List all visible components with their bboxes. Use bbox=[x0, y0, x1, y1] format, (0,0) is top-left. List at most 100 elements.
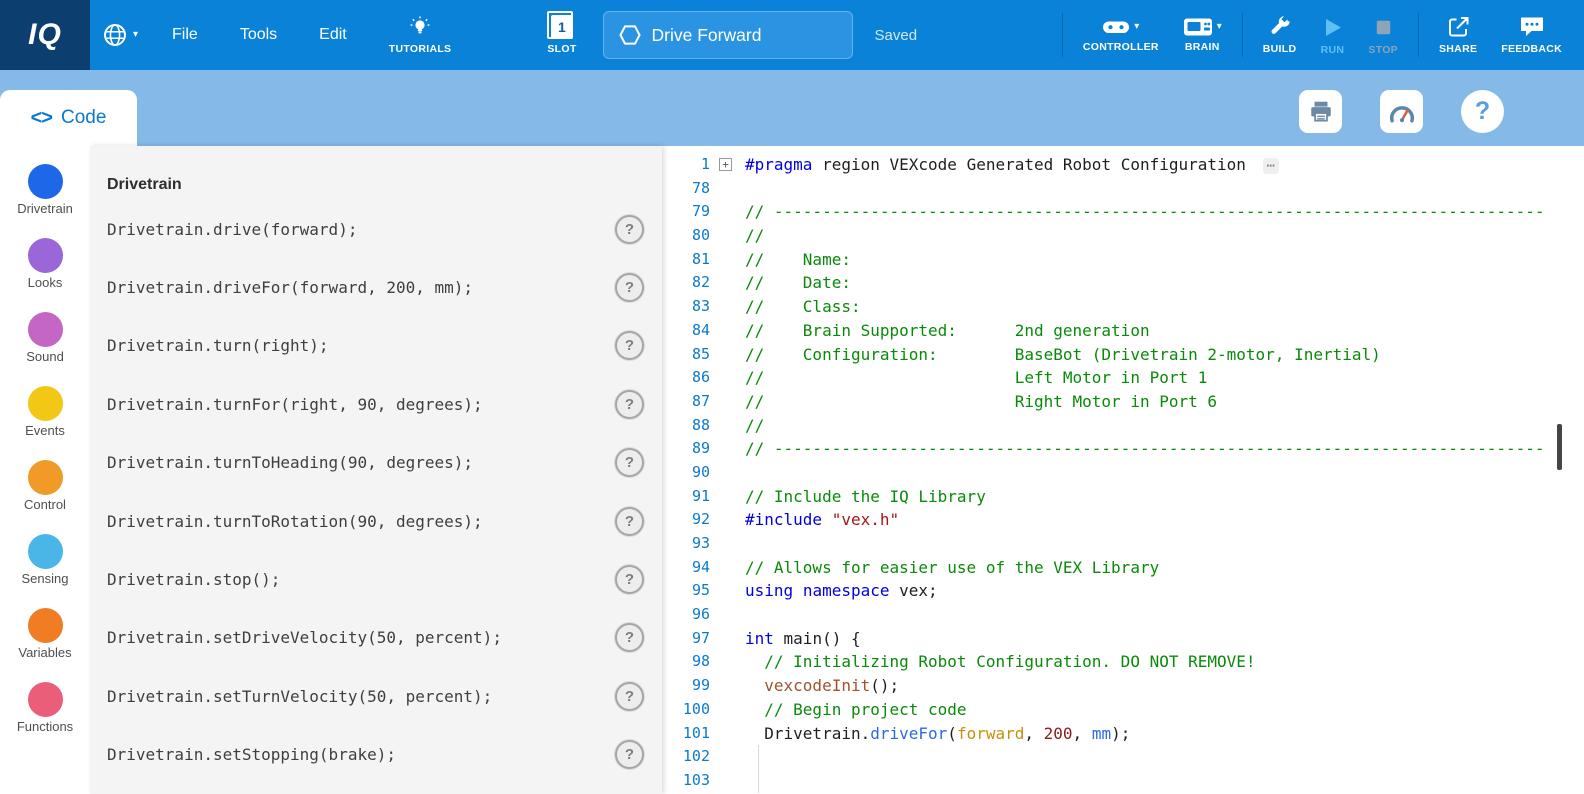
code-line[interactable]: 81// Name: bbox=[662, 248, 1584, 272]
command-help-button[interactable]: ? bbox=[615, 273, 644, 302]
command-help-button[interactable]: ? bbox=[615, 331, 644, 360]
fold-expand-icon[interactable]: + bbox=[719, 158, 732, 171]
gutter-fold-column bbox=[710, 508, 745, 532]
project-name-button[interactable]: Drive Forward bbox=[603, 11, 853, 59]
code-line[interactable]: 91// Include the IQ Library bbox=[662, 485, 1584, 509]
command-text[interactable]: Drivetrain.turn(right); bbox=[107, 336, 329, 355]
question-mark-icon: ? bbox=[1475, 97, 1490, 126]
command-row: Drivetrain.setTurnVelocity(50, percent);… bbox=[107, 667, 644, 725]
code-line[interactable]: 96 bbox=[662, 603, 1584, 627]
code-line[interactable]: 79// -----------------------------------… bbox=[662, 200, 1584, 224]
save-status: Saved bbox=[875, 27, 918, 44]
code-line[interactable]: 92#include "vex.h" bbox=[662, 508, 1584, 532]
editor-scrollbar-thumb[interactable] bbox=[1557, 424, 1562, 470]
code-line[interactable]: 99 vexcodeInit(); bbox=[662, 674, 1584, 698]
print-console-button[interactable] bbox=[1299, 90, 1342, 133]
command-text[interactable]: Drivetrain.turnToRotation(90, degrees); bbox=[107, 512, 483, 531]
code-line[interactable]: 84// Brain Supported: 2nd generation bbox=[662, 319, 1584, 343]
code-line[interactable]: 80// bbox=[662, 224, 1584, 248]
category-variables[interactable]: Variables bbox=[0, 608, 90, 682]
build-button[interactable]: BUILD bbox=[1251, 15, 1309, 55]
menu-bar: File Tools Edit bbox=[172, 26, 347, 44]
main-content: DrivetrainLooks Sound EventsControlSensing… bbox=[0, 146, 1584, 794]
code-text: // Brain Supported: 2nd generation bbox=[745, 319, 1150, 343]
command-help-button[interactable]: ? bbox=[615, 215, 644, 244]
brain-button[interactable]: ▾ BRAIN bbox=[1171, 17, 1234, 53]
category-drivetrain[interactable]: Drivetrain bbox=[0, 164, 90, 238]
play-icon bbox=[1320, 15, 1344, 40]
category-control[interactable]: Control bbox=[0, 460, 90, 534]
command-text[interactable]: Drivetrain.drive(forward); bbox=[107, 220, 357, 239]
code-line[interactable]: 85// Configuration: BaseBot (Drivetrain … bbox=[662, 343, 1584, 367]
gutter-fold-column bbox=[710, 271, 745, 295]
command-help-button[interactable]: ? bbox=[615, 682, 644, 711]
code-line[interactable]: 88// bbox=[662, 414, 1584, 438]
code-line[interactable]: 102 bbox=[662, 745, 1584, 769]
line-number: 86 bbox=[662, 366, 710, 390]
category-label: Sound bbox=[26, 349, 64, 364]
category-sensing[interactable]: Sensing bbox=[0, 534, 90, 608]
share-button[interactable]: SHARE bbox=[1427, 15, 1489, 55]
gauge-icon bbox=[1388, 99, 1416, 125]
command-text[interactable]: Drivetrain.setStopping(brake); bbox=[107, 745, 396, 764]
feedback-button[interactable]: FEEDBACK bbox=[1489, 15, 1574, 55]
menu-tools[interactable]: Tools bbox=[240, 26, 277, 44]
command-row: Drivetrain.drive(forward);? bbox=[107, 200, 644, 258]
code-tab-label: Code bbox=[61, 107, 106, 129]
gutter-fold-column bbox=[710, 627, 745, 651]
command-help-button[interactable]: ? bbox=[615, 623, 644, 652]
help-button[interactable]: ? bbox=[1461, 90, 1504, 133]
slot-button[interactable]: 1 SLOT bbox=[547, 15, 576, 55]
command-text[interactable]: Drivetrain.driveFor(forward, 200, mm); bbox=[107, 278, 473, 297]
code-line[interactable]: 83// Class: bbox=[662, 295, 1584, 319]
menu-file[interactable]: File bbox=[172, 26, 198, 44]
command-text[interactable]: Drivetrain.setTurnVelocity(50, percent); bbox=[107, 687, 492, 706]
tab-code[interactable]: <> Code bbox=[0, 90, 137, 146]
command-row: Drivetrain.setDriveVelocity(50, percent)… bbox=[107, 609, 644, 667]
gutter-fold-column: + bbox=[710, 153, 745, 177]
code-text: // Begin project code bbox=[745, 698, 967, 722]
folded-code-ellipsis[interactable]: ⋯ bbox=[1263, 158, 1279, 174]
command-text[interactable]: Drivetrain.turnFor(right, 90, degrees); bbox=[107, 395, 483, 414]
category-functions[interactable]: Functions bbox=[0, 682, 90, 756]
category-looks[interactable]: Looks bbox=[0, 238, 90, 312]
command-row: Drivetrain.turn(right);? bbox=[107, 317, 644, 375]
code-line[interactable]: 78 bbox=[662, 177, 1584, 201]
code-line[interactable]: 98 // Initializing Robot Configuration. … bbox=[662, 650, 1584, 674]
menu-edit[interactable]: Edit bbox=[319, 26, 347, 44]
code-line[interactable]: 94// Allows for easier use of the VEX Li… bbox=[662, 556, 1584, 580]
code-line[interactable]: 82// Date: bbox=[662, 271, 1584, 295]
code-line[interactable]: 86// Left Motor in Port 1 bbox=[662, 366, 1584, 390]
code-line[interactable]: 95using namespace vex; bbox=[662, 579, 1584, 603]
code-line[interactable]: 90 bbox=[662, 461, 1584, 485]
category-sound[interactable]: Sound bbox=[0, 312, 90, 386]
indent-guide bbox=[758, 769, 759, 793]
command-help-button[interactable]: ? bbox=[615, 390, 644, 419]
language-selector[interactable]: ▾ bbox=[102, 22, 138, 48]
run-button[interactable]: RUN bbox=[1308, 15, 1356, 56]
command-text[interactable]: Drivetrain.setDriveVelocity(50, percent)… bbox=[107, 628, 502, 647]
code-line[interactable]: 93 bbox=[662, 532, 1584, 556]
code-line[interactable]: 101 Drivetrain.driveFor(forward, 200, mm… bbox=[662, 722, 1584, 746]
command-text[interactable]: Drivetrain.stop(); bbox=[107, 570, 280, 589]
command-help-button[interactable]: ? bbox=[615, 565, 644, 594]
command-help-button[interactable]: ? bbox=[615, 507, 644, 536]
stop-button[interactable]: STOP bbox=[1356, 15, 1410, 56]
command-help-button[interactable]: ? bbox=[615, 448, 644, 477]
dashboard-button[interactable] bbox=[1380, 90, 1423, 133]
code-line[interactable]: 1+#pragma region VEXcode Generated Robot… bbox=[662, 153, 1584, 177]
tutorials-button[interactable]: TUTORIALS bbox=[389, 15, 452, 55]
line-number: 103 bbox=[662, 769, 710, 793]
code-line[interactable]: 100 // Begin project code bbox=[662, 698, 1584, 722]
code-line[interactable]: 97int main() { bbox=[662, 627, 1584, 651]
code-line[interactable]: 103 bbox=[662, 769, 1584, 793]
code-editor[interactable]: 1+#pragma region VEXcode Generated Robot… bbox=[662, 146, 1584, 794]
slot-number: 1 bbox=[558, 19, 566, 35]
command-text[interactable]: Drivetrain.turnToHeading(90, degrees); bbox=[107, 453, 473, 472]
line-number: 94 bbox=[662, 556, 710, 580]
category-events[interactable]: Events bbox=[0, 386, 90, 460]
command-help-button[interactable]: ? bbox=[615, 740, 644, 769]
code-line[interactable]: 89// -----------------------------------… bbox=[662, 437, 1584, 461]
controller-button[interactable]: ▾ CONTROLLER bbox=[1071, 17, 1171, 53]
code-line[interactable]: 87// Right Motor in Port 6 bbox=[662, 390, 1584, 414]
